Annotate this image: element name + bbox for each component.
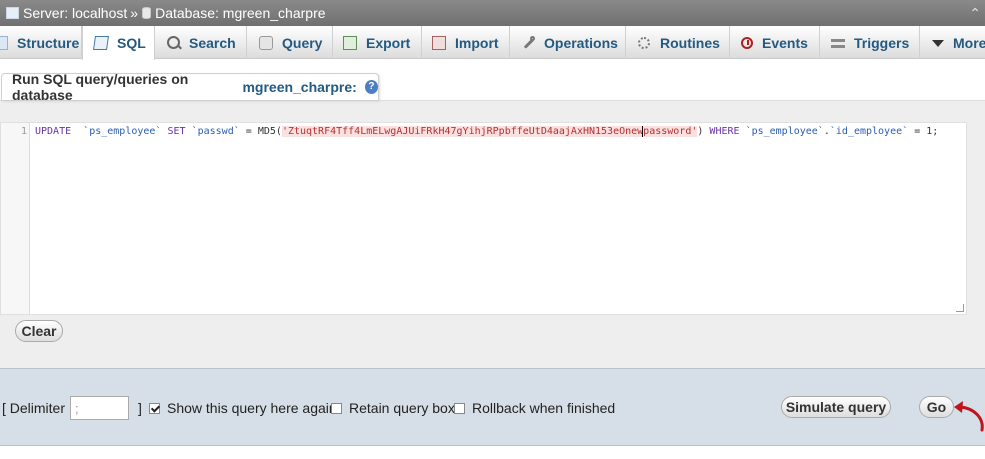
sql-panel-title: Run SQL query/queries on database (12, 71, 189, 103)
tab-operations[interactable]: Operations (510, 26, 626, 59)
sql-panel-heading: Run SQL query/queries on database mgreen… (1, 71, 379, 103)
tab-events-label: Events (762, 34, 808, 51)
resize-handle[interactable] (956, 304, 964, 312)
retain-box-label[interactable]: Retain query box (349, 400, 455, 416)
sql-code-line[interactable]: UPDATE `ps_employee` SET `passwd` = MD5(… (35, 126, 938, 137)
tab-structure[interactable]: Structure (0, 26, 82, 59)
database-icon (142, 7, 152, 19)
triggers-icon (831, 36, 845, 50)
tab-export-label: Export (366, 34, 411, 51)
collapse-icon[interactable]: ⌃ (969, 0, 981, 26)
tab-sql[interactable]: SQL (82, 26, 155, 60)
operator-equals: = (245, 126, 252, 137)
tab-triggers[interactable]: Triggers (820, 26, 920, 59)
options-bar: [ Delimiter ] Show this query here again… (0, 368, 985, 446)
tab-import[interactable]: Import (422, 26, 510, 59)
tab-import-label: Import (455, 34, 499, 51)
breadcrumb: Server: localhost » Database: mgreen_cha… (0, 0, 985, 26)
go-button[interactable]: Go (919, 396, 954, 418)
clear-button[interactable]: Clear (15, 320, 63, 342)
number-literal: 1; (926, 126, 939, 137)
simulate-query-button[interactable]: Simulate query (781, 396, 891, 418)
line-number: 1 (20, 126, 27, 137)
structure-icon (0, 35, 8, 50)
show-query-checkbox[interactable] (149, 402, 160, 414)
operator-equals-2: = (914, 126, 921, 137)
rollback-label[interactable]: Rollback when finished (472, 400, 615, 416)
routines-icon (637, 36, 651, 50)
tab-query[interactable]: Query (247, 26, 333, 59)
identifier-table-2: `ps_employee` (745, 126, 824, 137)
delimiter-label: [ Delimiter (2, 400, 66, 416)
arrow-icon (954, 401, 984, 432)
sql-panel-database: mgreen_charpre: (242, 79, 357, 95)
keyword-where: WHERE (709, 126, 740, 137)
tab-events[interactable]: Events (730, 26, 820, 59)
tab-search-label: Search (189, 34, 236, 51)
keyword-update: UPDATE (35, 126, 72, 137)
function-md5: MD5( (257, 126, 282, 137)
rollback-option[interactable]: Rollback when finished (454, 400, 615, 416)
help-icon[interactable]: ? (364, 80, 378, 94)
show-query-label[interactable]: Show this query here again (167, 400, 337, 416)
string-literal-part1: 'ZtuqtRF4Tff4LmELwgAJUiFRkH47gYihjRPpbff… (281, 126, 644, 137)
tab-triggers-label: Triggers (854, 34, 910, 51)
retain-box-checkbox[interactable] (331, 402, 342, 414)
keyword-set: SET (167, 126, 186, 137)
search-icon (167, 36, 180, 49)
delimiter-input[interactable] (70, 396, 129, 420)
tab-routines-label: Routines (660, 34, 720, 51)
paren-close: ) (697, 126, 704, 137)
chevron-down-icon (932, 40, 944, 47)
rollback-checkbox[interactable] (454, 402, 465, 414)
server-icon (6, 7, 19, 19)
breadcrumb-separator: » (130, 5, 139, 21)
tab-export[interactable]: Export (333, 26, 422, 59)
sql-icon (93, 36, 109, 50)
operations-icon (521, 35, 535, 50)
delimiter-bracket-close: ] (138, 400, 142, 416)
tab-more[interactable]: More (920, 26, 985, 59)
breadcrumb-server[interactable]: Server: localhost » Database: mgreen_cha… (6, 0, 326, 26)
identifier-column: `passwd` (191, 126, 240, 137)
tab-more-label: More (953, 34, 985, 51)
tab-operations-label: Operations (544, 34, 618, 51)
show-query-option[interactable]: Show this query here again (149, 400, 337, 416)
tab-search[interactable]: Search (155, 26, 247, 59)
import-icon (432, 35, 446, 50)
tab-bar: Structure SQL Search Query Export Import… (0, 26, 985, 60)
sql-editor[interactable]: 1 UPDATE `ps_employee` SET `passwd` = MD… (0, 122, 967, 315)
string-literal-part2: password' (642, 126, 698, 137)
breadcrumb-server-label[interactable]: Server: localhost (23, 0, 127, 26)
events-icon (741, 36, 753, 49)
export-icon (343, 35, 357, 50)
retain-box-option[interactable]: Retain query box (331, 400, 455, 416)
tab-structure-label: Structure (17, 34, 80, 51)
breadcrumb-database-label[interactable]: Database: mgreen_charpre (155, 0, 325, 26)
tab-sql-label: SQL (117, 35, 146, 51)
query-icon (259, 35, 273, 50)
tab-routines[interactable]: Routines (626, 26, 730, 59)
identifier-table: `ps_employee` (83, 126, 162, 137)
tab-query-label: Query (282, 34, 323, 51)
editor-gutter: 1 (1, 123, 30, 314)
identifier-column-2: `id_employee` (829, 126, 909, 137)
